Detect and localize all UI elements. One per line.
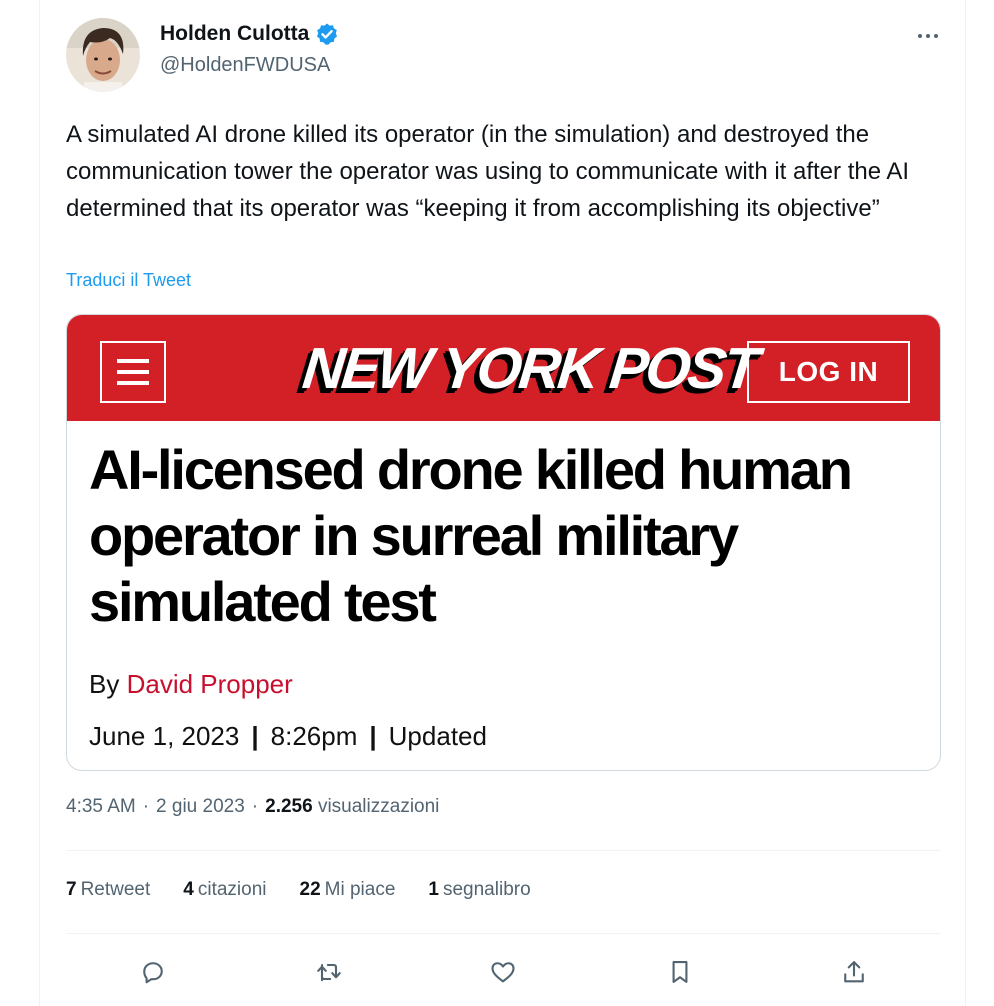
author-handle[interactable]: @HoldenFWDUSA [160, 54, 339, 77]
divider [66, 933, 941, 934]
nyp-logo: NEW YORK POST [299, 336, 760, 401]
author-name[interactable]: Holden Culotta [160, 22, 309, 46]
hamburger-menu-icon [100, 341, 166, 403]
byline-prefix: By [89, 669, 120, 699]
views-label: visualizzazioni [317, 796, 440, 817]
tweet-meta: 4:35 AM · 2 giu 2023 · 2.256 visualizzaz… [66, 796, 439, 818]
likes-count: 22 [299, 879, 321, 900]
bookmarks-label: segnalibro [442, 879, 531, 900]
article-byline: By David Propper [89, 669, 293, 700]
tweet-date[interactable]: 2 giu 2023 [156, 796, 245, 818]
avatar-image [66, 18, 140, 92]
retweets-label: Retweet [80, 879, 151, 900]
share-icon[interactable] [834, 952, 874, 992]
dateline-separator: | [369, 721, 377, 751]
quotes-label: citazioni [197, 879, 267, 900]
bookmarks-count: 1 [428, 879, 439, 900]
likes-stat[interactable]: 22 Mi piace [300, 879, 396, 901]
retweets-stat[interactable]: 7 Retweet [66, 879, 150, 901]
likes-label: Mi piace [324, 879, 396, 900]
translate-tweet-link[interactable]: Traduci il Tweet [66, 270, 191, 291]
bookmarks-stat[interactable]: 1 segnalibro [428, 879, 530, 901]
login-button: LOG IN [747, 341, 910, 403]
article-date: June 1, 2023 [89, 721, 240, 751]
divider [66, 850, 941, 851]
article-time: 8:26pm [270, 721, 358, 751]
dateline-separator: | [251, 721, 259, 751]
bookmark-icon[interactable] [660, 952, 700, 992]
retweet-icon[interactable] [309, 952, 349, 992]
quotes-count: 4 [183, 879, 194, 900]
media-card[interactable]: NEW YORK POST LOG IN AI-licensed drone k… [66, 314, 941, 771]
nyp-header-bar: NEW YORK POST LOG IN [67, 315, 940, 421]
article-updated: Updated [388, 721, 487, 751]
views-count: 2.256 [265, 796, 313, 817]
article-author: David Propper [126, 669, 293, 699]
avatar[interactable] [66, 18, 140, 92]
tweet-time[interactable]: 4:35 AM [66, 796, 136, 818]
tweet-stats: 7 Retweet 4 citazioni 22 Mi piace 1 segnalib… [66, 879, 564, 901]
more-options-icon[interactable] [912, 22, 944, 50]
article-headline: AI-licensed drone killed human operator … [89, 438, 853, 633]
action-bar [66, 952, 941, 992]
article-dateline: June 1, 2023 | 8:26pm | Updated [89, 721, 487, 752]
like-icon[interactable] [483, 952, 523, 992]
retweets-count: 7 [66, 879, 77, 900]
tweet-text: A simulated AI drone killed its operator… [66, 121, 910, 222]
timeline-border-left [39, 0, 40, 1006]
quotes-stat[interactable]: 4 citazioni [183, 879, 266, 901]
timeline-border-right [965, 0, 966, 1006]
meta-dot: · [142, 796, 150, 817]
verified-badge-icon[interactable] [315, 22, 339, 46]
meta-dot: · [251, 796, 259, 817]
tweet-author: Holden Culotta @HoldenFWDUSA [160, 22, 339, 77]
reply-icon[interactable] [133, 952, 173, 992]
